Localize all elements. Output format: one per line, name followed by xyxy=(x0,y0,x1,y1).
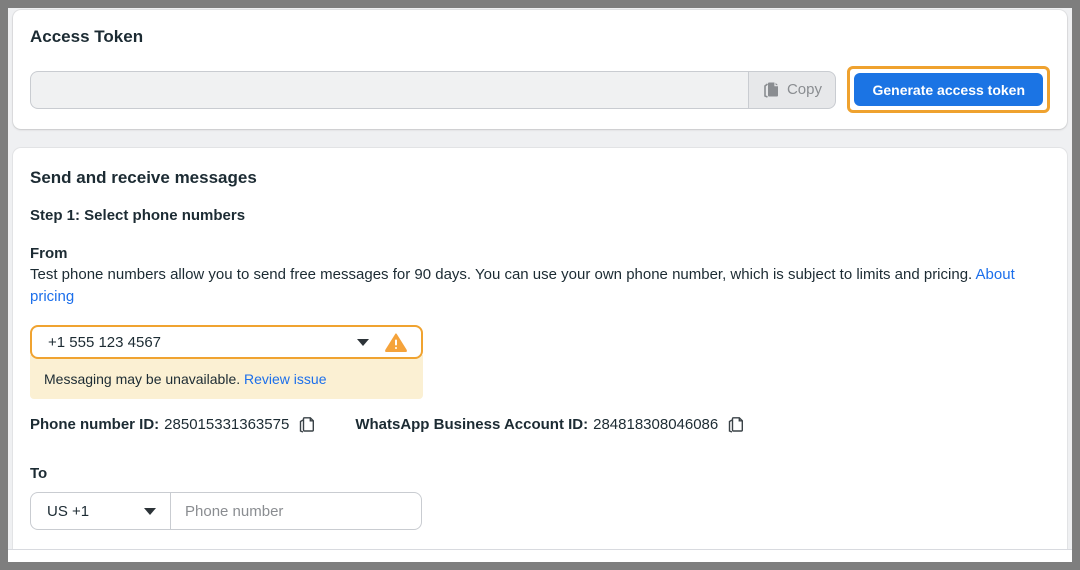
access-token-input[interactable] xyxy=(30,71,748,109)
send-receive-card: Send and receive messages Step 1: Select… xyxy=(13,148,1067,556)
token-row: Copy Generate access token xyxy=(30,66,1050,113)
step-title: Step 1: Select phone numbers xyxy=(30,207,1050,224)
copy-token-button[interactable]: Copy xyxy=(748,71,836,109)
waba-id-label: WhatsApp Business Account ID: xyxy=(355,416,588,433)
phone-number-id-value: 285015331363575 xyxy=(164,416,289,433)
to-block: To US +1 xyxy=(30,465,1050,530)
generate-access-token-button[interactable]: Generate access token xyxy=(854,73,1043,106)
country-code-value: US +1 xyxy=(47,503,144,520)
from-number-select[interactable]: +1 555 123 4567 xyxy=(30,325,423,359)
selected-phone-number: +1 555 123 4567 xyxy=(48,334,357,351)
messaging-warning-banner: Messaging may be unavailable. Review iss… xyxy=(30,355,423,399)
review-issue-link[interactable]: Review issue xyxy=(244,371,326,387)
to-input-group: US +1 xyxy=(30,492,1050,530)
waba-id-value: 284818308046086 xyxy=(593,416,718,433)
copy-icon xyxy=(763,80,780,99)
copy-waba-id-icon[interactable] xyxy=(728,415,744,434)
token-input-group: Copy xyxy=(30,71,836,109)
access-token-title: Access Token xyxy=(30,27,1050,47)
tutorial-highlight-outline: Generate access token xyxy=(847,66,1050,113)
warning-icon xyxy=(385,333,407,352)
phone-number-id-item: Phone number ID: 285015331363575 xyxy=(30,415,315,434)
to-label: To xyxy=(30,465,1050,482)
bottom-bar xyxy=(8,549,1072,562)
to-phone-number-input[interactable] xyxy=(170,492,422,530)
country-code-select[interactable]: US +1 xyxy=(30,492,170,530)
ids-row: Phone number ID: 285015331363575 WhatsAp… xyxy=(30,415,1050,434)
chevron-down-icon xyxy=(357,339,369,346)
from-description-text: Test phone numbers allow you to send fre… xyxy=(30,266,976,283)
copy-button-label: Copy xyxy=(787,81,822,98)
access-token-card: Access Token Copy Generate access to xyxy=(13,10,1067,129)
from-description: Test phone numbers allow you to send fre… xyxy=(30,264,1050,308)
chevron-down-icon xyxy=(144,508,156,515)
copy-phone-id-icon[interactable] xyxy=(299,415,315,434)
waba-id-item: WhatsApp Business Account ID: 2848183080… xyxy=(355,415,744,434)
app-window: Access Token Copy Generate access to xyxy=(0,0,1080,570)
warning-text: Messaging may be unavailable. xyxy=(44,371,244,387)
from-label: From xyxy=(30,245,1050,262)
phone-number-id-label: Phone number ID: xyxy=(30,416,159,433)
send-receive-title: Send and receive messages xyxy=(30,168,1050,188)
